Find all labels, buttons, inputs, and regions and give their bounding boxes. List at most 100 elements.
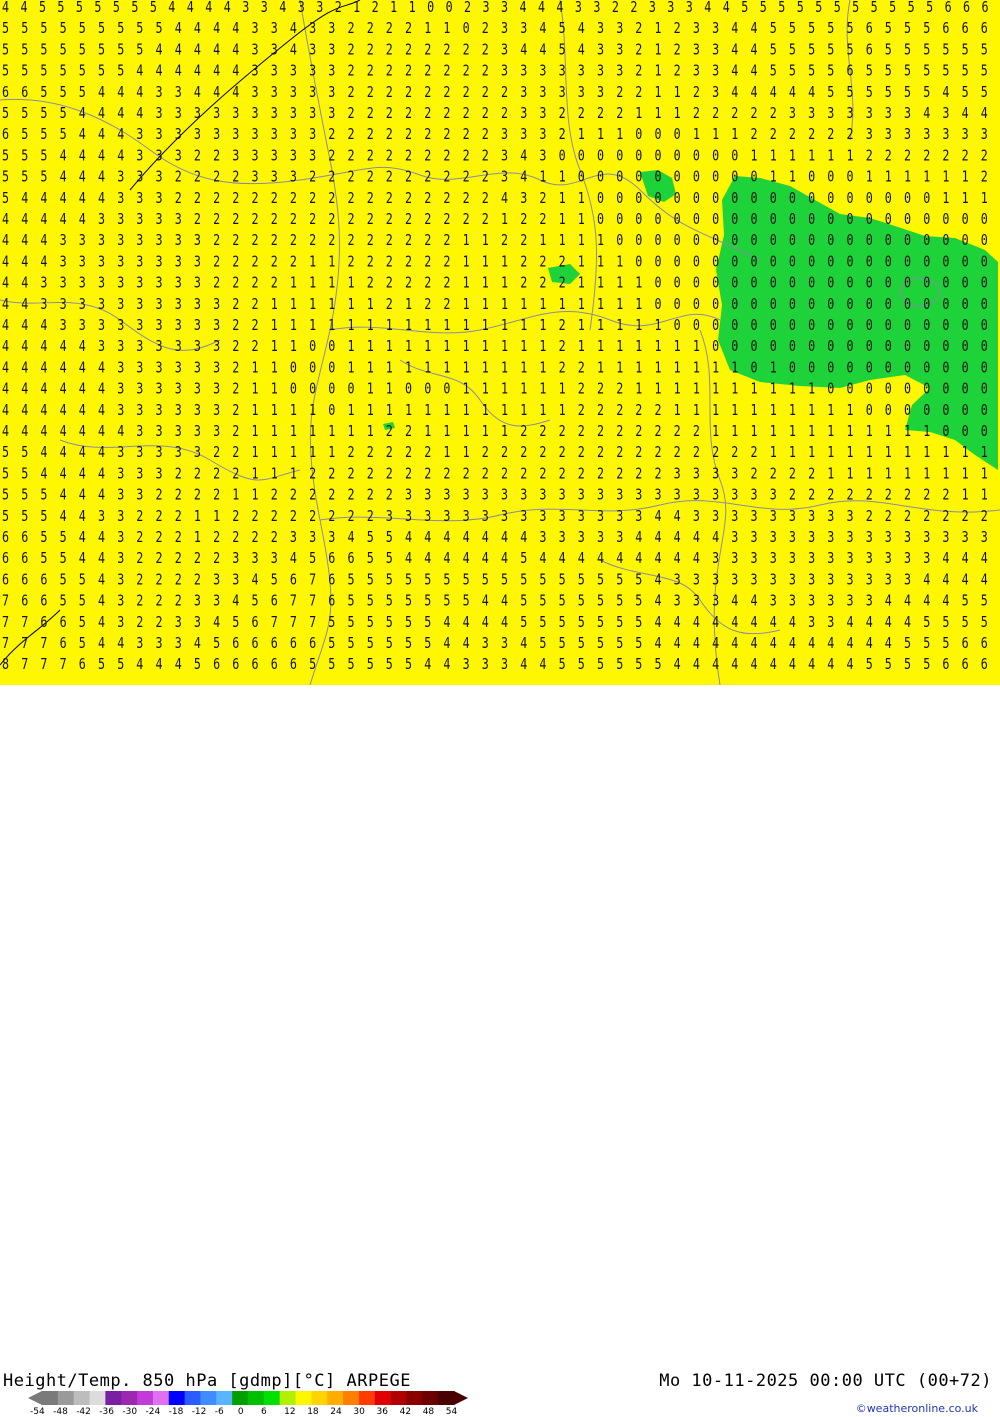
temp-value: 1: [309, 297, 316, 314]
temp-value: 3: [136, 233, 143, 250]
temp-value: 2: [424, 212, 431, 229]
temp-value: 1: [367, 403, 374, 420]
temp-value: 1: [674, 381, 681, 398]
temp-value: 2: [712, 445, 719, 462]
temp-value: 5: [21, 127, 28, 144]
temp-value: 0: [827, 233, 834, 250]
temp-value: 3: [751, 572, 758, 589]
temp-value: 3: [328, 21, 335, 38]
temp-value: 7: [21, 636, 28, 653]
temp-value: 1: [463, 381, 470, 398]
temp-value: 4: [136, 657, 143, 674]
weather-map[interactable]: 4455555554444334332121100233444332233344…: [0, 0, 1000, 685]
temp-value: 2: [367, 445, 374, 462]
temp-value: 3: [117, 403, 124, 420]
temp-value: 4: [443, 530, 450, 547]
temp-value: 4: [194, 85, 201, 102]
temp-value: 0: [885, 212, 892, 229]
temp-value: 4: [279, 0, 286, 16]
temp-value: 2: [405, 42, 412, 59]
temp-value: 0: [866, 191, 873, 208]
temp-value: 2: [367, 63, 374, 80]
temp-value: 5: [113, 0, 120, 16]
temp-value: 1: [290, 466, 297, 483]
temp-value: 2: [309, 466, 316, 483]
temp-value: 0: [962, 424, 969, 441]
temp-value: 2: [251, 318, 258, 335]
temp-value: 5: [539, 593, 546, 610]
temp-value: 0: [942, 297, 949, 314]
temp-value: 6: [271, 657, 278, 674]
temp-value: 5: [827, 63, 834, 80]
temp-value: 5: [520, 593, 527, 610]
temp-value: 4: [751, 21, 758, 38]
temp-value: 1: [463, 445, 470, 462]
temp-value: 5: [815, 0, 822, 16]
temp-value: 3: [232, 148, 239, 165]
temp-value: 2: [578, 424, 585, 441]
temp-value: 2: [405, 85, 412, 102]
temp-value: 2: [213, 212, 220, 229]
temp-value: 2: [405, 212, 412, 229]
temp-value: 0: [655, 297, 662, 314]
temp-value: 3: [808, 106, 815, 123]
temp-value: 1: [942, 445, 949, 462]
temp-value: 5: [79, 21, 86, 38]
temp-value: 3: [194, 127, 201, 144]
temp-value: 5: [57, 0, 64, 16]
temp-value: 4: [731, 85, 738, 102]
temp-value: 5: [942, 63, 949, 80]
temp-value: 2: [328, 487, 335, 504]
temp-value: 3: [156, 297, 163, 314]
temp-value: 4: [866, 615, 873, 632]
temp-value: 5: [386, 530, 393, 547]
temp-value: 0: [578, 169, 585, 186]
temp-value: 2: [328, 127, 335, 144]
temp-value: 3: [539, 487, 546, 504]
temp-value: 5: [328, 615, 335, 632]
temp-value: 3: [175, 233, 182, 250]
temp-value: 2: [405, 127, 412, 144]
temp-value: 2: [559, 339, 566, 356]
credit-link[interactable]: ©weatheronline.co.uk: [856, 1402, 978, 1415]
temp-value: 0: [446, 0, 453, 16]
temp-value: 3: [251, 551, 258, 568]
temp-value: 0: [827, 339, 834, 356]
temp-value: 3: [501, 42, 508, 59]
temp-value: 5: [156, 21, 163, 38]
temp-value: 2: [751, 106, 758, 123]
temp-value: 4: [443, 636, 450, 653]
temp-value: 0: [597, 191, 604, 208]
temp-value: 5: [635, 636, 642, 653]
temp-value: 0: [981, 360, 988, 377]
temp-value: 5: [367, 657, 374, 674]
temp-value: 4: [808, 657, 815, 674]
temp-value: 3: [213, 339, 220, 356]
temp-value: 7: [290, 615, 297, 632]
temp-value: 3: [309, 42, 316, 59]
temp-value: 2: [328, 169, 335, 186]
temp-value: 0: [693, 191, 700, 208]
temp-value: 2: [348, 212, 355, 229]
temp-value: 0: [847, 169, 854, 186]
temp-value: 2: [559, 466, 566, 483]
temp-value: 2: [367, 254, 374, 271]
temp-value: 2: [712, 106, 719, 123]
temp-value: 6: [2, 127, 9, 144]
temp-value: 0: [616, 233, 623, 250]
temp-value: 5: [616, 615, 623, 632]
temp-value: 1: [770, 169, 777, 186]
temp-value: 2: [348, 445, 355, 462]
temp-value: 2: [251, 297, 258, 314]
temp-value: 0: [427, 0, 434, 16]
temp-value: 6: [21, 551, 28, 568]
temp-value: 1: [424, 360, 431, 377]
temp-value: 2: [520, 445, 527, 462]
temp-value: 3: [175, 297, 182, 314]
temp-value: 2: [866, 509, 873, 526]
temp-value: 3: [712, 509, 719, 526]
temp-value: 2: [559, 424, 566, 441]
temp-value: 3: [482, 487, 489, 504]
temp-value: 3: [194, 403, 201, 420]
temp-value: 1: [942, 466, 949, 483]
